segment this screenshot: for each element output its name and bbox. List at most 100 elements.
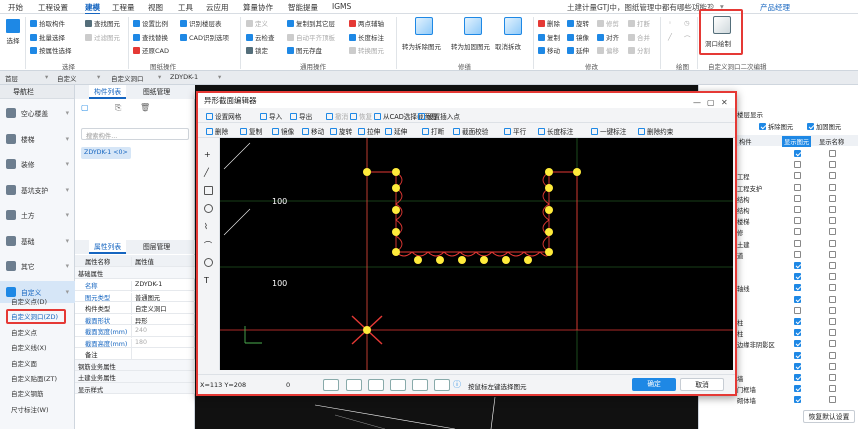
tab-property-list[interactable]: 属性列表: [89, 240, 127, 254]
toolbar2-button-10[interactable]: 长度标注: [538, 126, 573, 136]
chevron-down-icon[interactable]: ▾: [218, 73, 221, 81]
length-dim-button[interactable]: 长度标注: [349, 32, 384, 42]
list-item[interactable]: ZDYDK-1 <0>: [81, 147, 131, 159]
property-row[interactable]: 名称 ZDYDK-1: [75, 279, 195, 292]
show-name-checkbox[interactable]: [829, 351, 836, 359]
sidebar-item-3[interactable]: 基坑支护 ▾: [0, 179, 75, 201]
show-element-checkbox[interactable]: [794, 217, 801, 225]
cancel-button[interactable]: 取消: [680, 378, 724, 391]
object-snap-icon[interactable]: [434, 379, 450, 391]
show-name-checkbox[interactable]: [829, 318, 836, 325]
show-name-checkbox[interactable]: [829, 172, 836, 180]
chevron-down-icon[interactable]: ▾: [158, 73, 161, 81]
identify-floor-table-button[interactable]: 识别楼层表: [180, 18, 222, 28]
sidebar-subitem-6[interactable]: 自定义钢筋: [11, 388, 44, 398]
snap-rect-icon[interactable]: [368, 379, 384, 391]
grid-toggle-icon[interactable]: [323, 379, 339, 391]
property-row[interactable]: 图元类型 普通图元: [75, 291, 195, 304]
property-row[interactable]: 截面高度(mm) 180: [75, 337, 195, 350]
cancel-alteration-button[interactable]: 取消拆改: [495, 17, 531, 57]
show-name-checkbox[interactable]: [829, 306, 836, 314]
show-element-checkbox[interactable]: [794, 362, 801, 370]
rotate-button[interactable]: 旋转: [567, 18, 589, 28]
point-icon[interactable]: ◦: [668, 19, 672, 27]
menu-tools[interactable]: 工具: [178, 2, 193, 13]
show-name-checkbox[interactable]: [829, 374, 836, 381]
show-name-checkbox[interactable]: [829, 217, 836, 225]
show-name-checkbox[interactable]: [829, 340, 836, 348]
select-by-property-button[interactable]: 按属性选择: [30, 45, 72, 55]
sidebar-item-1[interactable]: 楼梯 ▾: [0, 128, 75, 150]
show-element-checkbox[interactable]: [794, 329, 801, 337]
maximize-icon[interactable]: ▢: [707, 95, 715, 110]
property-section[interactable]: 钢筋业务属性: [75, 359, 195, 371]
toolbar2-button-7[interactable]: 打断: [422, 126, 444, 136]
toolbar1-button-6[interactable]: 设置插入点: [418, 111, 460, 121]
show-name-checkbox[interactable]: [829, 206, 836, 213]
show-element-checkbox[interactable]: [794, 161, 801, 169]
move-button[interactable]: 移动: [538, 45, 560, 55]
show-name-checkbox[interactable]: [829, 183, 836, 191]
show-element-checkbox[interactable]: [794, 340, 801, 348]
pick-component-button[interactable]: 拾取构件: [30, 18, 65, 28]
toolbar2-button-11[interactable]: 一键标注: [591, 126, 626, 136]
merge-button[interactable]: 合并: [628, 32, 650, 42]
demolish-checkbox[interactable]: [759, 123, 766, 130]
toolbar2-button-4[interactable]: 旋转: [330, 126, 352, 136]
save-element-button[interactable]: 图元存盘: [287, 45, 322, 55]
property-section[interactable]: 显示样式: [75, 382, 195, 394]
find-replace-button[interactable]: 查找替换: [133, 32, 168, 42]
close-icon[interactable]: ✕: [721, 95, 728, 110]
sidebar-subitem-3[interactable]: 自定义线(X): [11, 342, 47, 352]
split-button[interactable]: 分割: [628, 45, 650, 55]
arc-icon[interactable]: ⌒: [684, 33, 691, 43]
auto-align-top-button[interactable]: 自动平齐顶板: [287, 32, 335, 42]
show-element-checkbox[interactable]: [794, 374, 801, 381]
clock-icon[interactable]: ◷: [684, 19, 690, 27]
show-element-checkbox[interactable]: [794, 396, 801, 404]
reinforce-checkbox[interactable]: [807, 123, 814, 130]
menu-igms[interactable]: IGMS: [332, 2, 351, 11]
chevron-down-icon[interactable]: ▾: [97, 73, 100, 81]
toolbar2-button-5[interactable]: 拉伸: [358, 126, 380, 136]
show-element-checkbox[interactable]: [794, 306, 801, 314]
section-basic[interactable]: 基础属性: [75, 267, 195, 279]
define-button[interactable]: 定义: [246, 18, 268, 28]
property-row[interactable]: 截面宽度(mm) 240: [75, 325, 195, 338]
sidebar-item-4[interactable]: 土方 ▾: [0, 204, 75, 226]
new-component-icon[interactable]: ▢: [81, 103, 89, 112]
toolbar2-button-2[interactable]: 镜像: [272, 126, 294, 136]
show-name-checkbox[interactable]: [829, 161, 836, 169]
component-select[interactable]: ZDYDK-1: [170, 73, 198, 81]
show-element-checkbox[interactable]: [794, 318, 801, 325]
convert-element-button[interactable]: 转换图元: [349, 45, 384, 55]
sidebar-subitem-7[interactable]: 尺寸标注(W): [11, 404, 49, 414]
col-show[interactable]: 显示图元: [782, 136, 812, 147]
break-button[interactable]: 打断: [628, 18, 650, 28]
show-name-checkbox[interactable]: [829, 396, 836, 404]
menu-quantity[interactable]: 工程量: [112, 2, 135, 13]
property-row[interactable]: 截面形状 异形: [75, 314, 195, 327]
toolbar1-button-2[interactable]: 导出: [290, 111, 312, 121]
delete-button[interactable]: 删除: [538, 18, 560, 28]
property-section[interactable]: 土建业务属性: [75, 371, 195, 383]
copy-icon[interactable]: ⎘: [115, 103, 121, 113]
show-name-checkbox[interactable]: [829, 295, 836, 303]
sidebar-subitem-5[interactable]: 自定义贴面(ZT): [11, 373, 57, 383]
copy-to-floor-button[interactable]: 复制到其它层: [287, 18, 335, 28]
lock-button[interactable]: 锁定: [246, 45, 268, 55]
tab-component-list[interactable]: 构件列表: [89, 85, 127, 99]
toolbar1-button-1[interactable]: 导入: [260, 111, 282, 121]
show-element-checkbox[interactable]: [794, 150, 801, 157]
convert-reinforce-button[interactable]: 转为加固图元: [451, 17, 495, 57]
sidebar-subitem-4[interactable]: 自定义面: [11, 358, 37, 368]
tab-layer-management[interactable]: 图层管理: [138, 240, 175, 254]
batch-select-button[interactable]: 批量选择: [30, 32, 65, 42]
toolbar2-button-9[interactable]: 平行: [504, 126, 526, 136]
two-point-axis-button[interactable]: 两点辅轴: [349, 18, 384, 28]
sidebar-subitem-2[interactable]: 自定义点: [11, 327, 37, 337]
trim-button[interactable]: 修剪: [597, 18, 619, 28]
clock-tool-icon[interactable]: [204, 258, 213, 267]
show-element-checkbox[interactable]: [794, 194, 801, 202]
show-name-checkbox[interactable]: [829, 239, 836, 247]
